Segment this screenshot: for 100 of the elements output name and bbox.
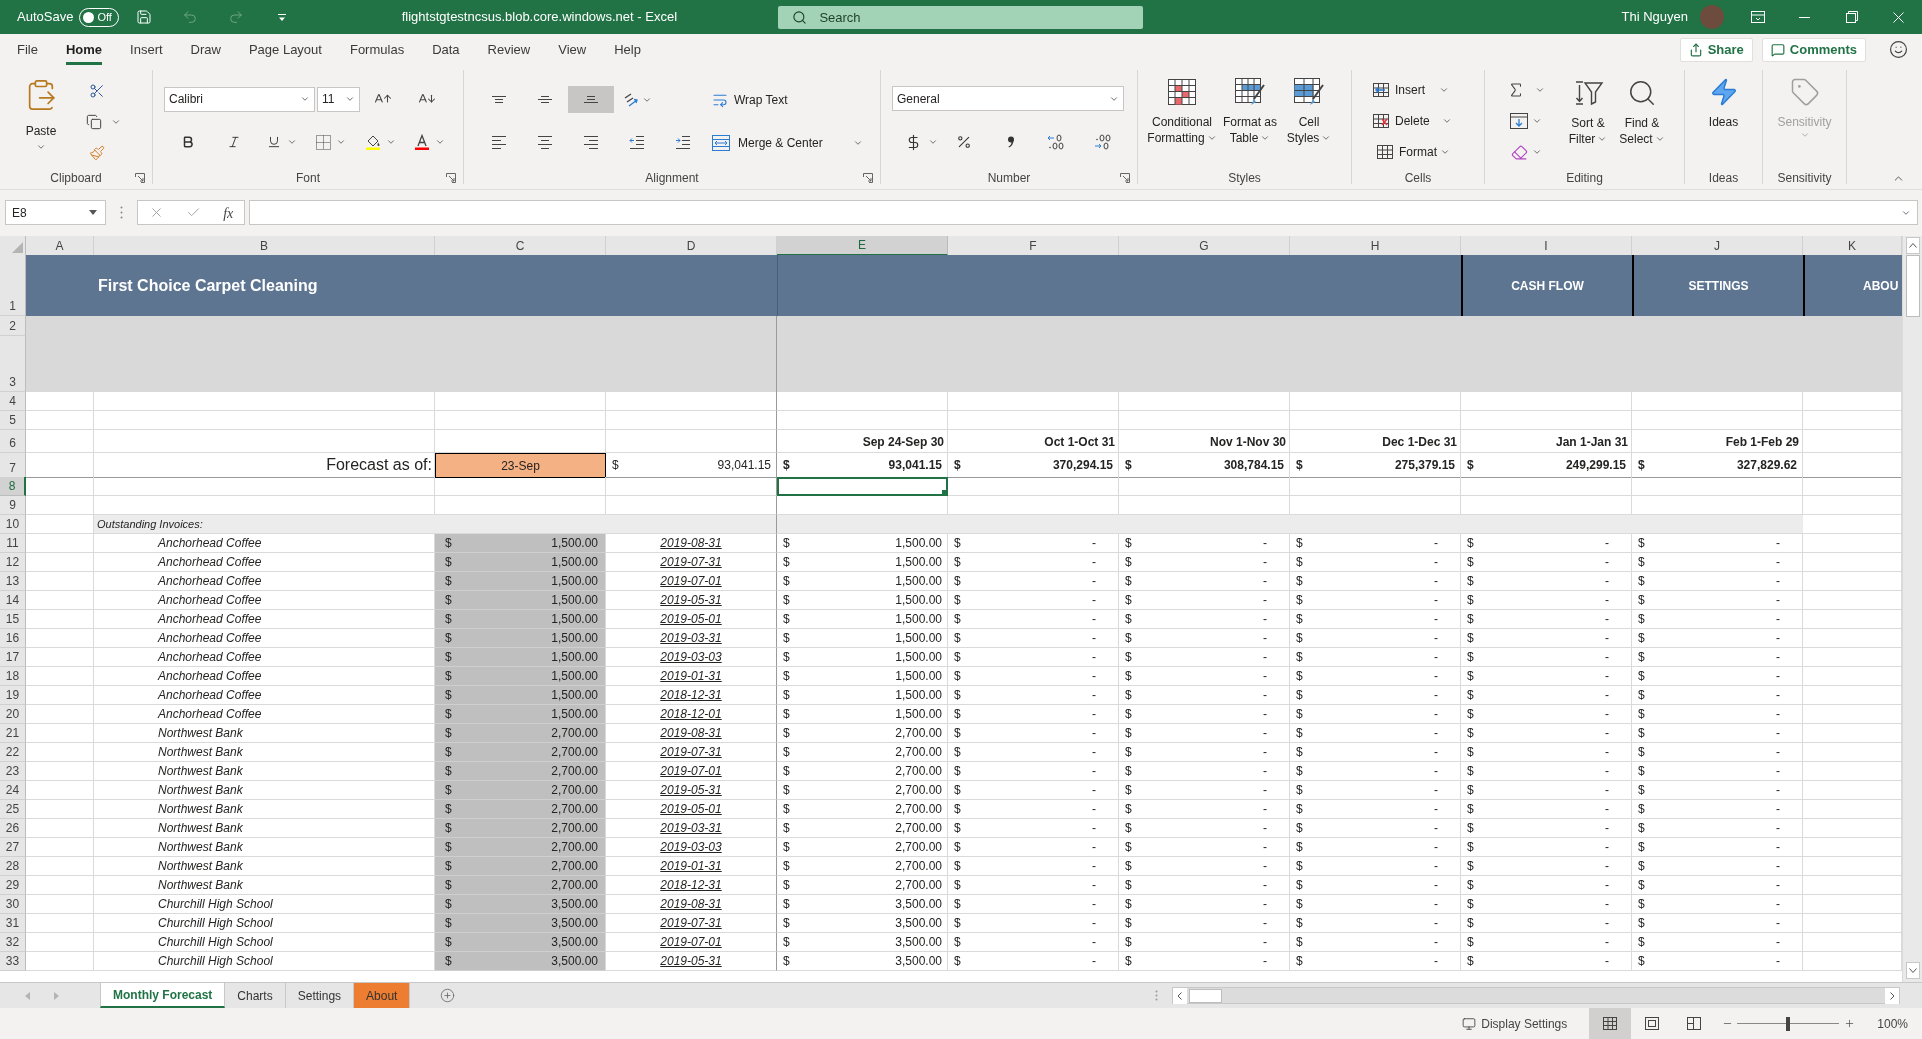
drag-handle-icon[interactable] [120, 206, 123, 219]
row-header[interactable]: 29 [0, 876, 26, 895]
row-header[interactable]: 17 [0, 648, 26, 667]
scroll-up-icon[interactable] [1905, 237, 1920, 254]
row-header[interactable]: 12 [0, 553, 26, 572]
scrollbar-thumb[interactable] [1905, 255, 1920, 317]
row-header[interactable]: 33 [0, 952, 26, 971]
row-header[interactable]: 31 [0, 914, 26, 933]
row-header[interactable]: 13 [0, 572, 26, 591]
row-header[interactable]: 1 [0, 255, 26, 316]
zoom-slider[interactable] [1737, 1016, 1840, 1031]
row-header[interactable]: 23 [0, 762, 26, 781]
paste-button[interactable]: Paste [18, 78, 64, 169]
row-header[interactable]: 22 [0, 743, 26, 762]
number-format-field[interactable]: General [892, 86, 1124, 111]
column-header[interactable]: K [1803, 236, 1902, 256]
active-cell[interactable] [777, 477, 948, 496]
row-header[interactable]: 2 [0, 316, 26, 336]
add-sheet-icon[interactable] [440, 988, 456, 1003]
row-header[interactable]: 20 [0, 705, 26, 724]
insert-cells-button[interactable]: Insert [1373, 78, 1484, 102]
row-header[interactable]: 6 [0, 430, 26, 453]
row-header[interactable]: 9 [0, 496, 26, 515]
row-header[interactable]: 18 [0, 667, 26, 686]
row-header[interactable]: 5 [0, 411, 26, 430]
font-name-field[interactable]: Calibri [164, 86, 315, 112]
column-header[interactable]: C [435, 236, 606, 256]
sort-filter-button[interactable]: Sort & Filter [1561, 78, 1615, 169]
ideas-button[interactable]: Ideas [1708, 77, 1739, 169]
row-header[interactable]: 32 [0, 933, 26, 952]
row-header[interactable]: 21 [0, 724, 26, 743]
wrap-text-button[interactable]: Wrap Text [712, 86, 788, 113]
drag-handle-icon[interactable] [1155, 990, 1158, 1001]
scroll-right-icon[interactable] [1885, 987, 1899, 1004]
format-cells-button[interactable]: Format [1377, 140, 1484, 164]
cell-styles-button[interactable]: Cell Styles [1282, 77, 1336, 146]
search-field[interactable]: Search [778, 5, 1144, 29]
share-button[interactable]: Share [1679, 37, 1753, 62]
format-as-table-button[interactable]: Format as Table [1218, 77, 1282, 146]
font-size-field[interactable]: 11 [317, 86, 360, 112]
scroll-left-icon[interactable] [1173, 987, 1187, 1004]
conditional-formatting-button[interactable]: Conditional Formatting [1146, 77, 1218, 146]
view-button[interactable] [1589, 1008, 1632, 1039]
delete-cells-button[interactable]: Delete [1373, 109, 1484, 133]
scrollbar-thumb[interactable] [1189, 988, 1222, 1003]
ribbon-tab[interactable]: Formulas [335, 34, 419, 65]
column-header[interactable]: B [94, 236, 435, 256]
comments-button[interactable]: Comments [1761, 37, 1866, 62]
column-header[interactable]: H [1290, 236, 1461, 256]
sheet-link[interactable]: CASH FLOW [1461, 255, 1632, 316]
column-header[interactable]: E [777, 236, 948, 256]
column-header[interactable]: F [948, 236, 1119, 256]
dialog-launcher-icon[interactable] [1120, 173, 1130, 183]
row-header[interactable]: 19 [0, 686, 26, 705]
row-header[interactable]: 30 [0, 895, 26, 914]
row-header[interactable]: 28 [0, 857, 26, 876]
horizontal-scrollbar[interactable] [1172, 987, 1900, 1004]
ribbon-tab[interactable]: Page Layout [234, 34, 336, 65]
ribbon-tab[interactable]: Data [418, 34, 474, 65]
column-header[interactable]: D [606, 236, 777, 256]
sheet-tab[interactable]: About [354, 983, 411, 1008]
row-header[interactable]: 10 [0, 515, 26, 534]
sheet-link[interactable]: SETTINGS [1632, 255, 1803, 316]
ribbon-tab[interactable]: Review [473, 34, 545, 65]
row-header[interactable]: 26 [0, 819, 26, 838]
row-header[interactable]: 14 [0, 591, 26, 610]
dialog-launcher-icon[interactable] [863, 173, 873, 183]
column-header[interactable]: G [1119, 236, 1290, 256]
column-header[interactable]: I [1461, 236, 1632, 256]
dialog-launcher-icon[interactable] [446, 173, 456, 183]
row-header[interactable]: 3 [0, 336, 26, 392]
column-header[interactable]: J [1632, 236, 1803, 256]
find-select-button[interactable]: Find & Select [1615, 78, 1669, 169]
sheet-link[interactable]: ABOU [1803, 255, 1902, 316]
sheet-tab[interactable]: Monthly Forecast [100, 983, 226, 1008]
row-header[interactable]: 7 [0, 453, 26, 478]
row-header[interactable]: 27 [0, 838, 26, 857]
name-box[interactable]: E8 [5, 200, 106, 225]
formula-input[interactable] [249, 200, 1918, 225]
row-header[interactable]: 4 [0, 392, 26, 411]
display-settings-button[interactable]: Display Settings [1462, 1008, 1568, 1039]
row-header[interactable]: 11 [0, 534, 26, 553]
row-header[interactable]: 16 [0, 629, 26, 648]
forecast-date-cell[interactable]: 23-Sep [435, 453, 606, 478]
ribbon-tab[interactable]: Help [600, 34, 655, 65]
ribbon-tab[interactable]: Draw [176, 34, 235, 65]
ribbon-tab[interactable]: Insert [116, 34, 177, 65]
row-header[interactable]: 8 [0, 477, 26, 496]
ribbon-tab[interactable]: View [544, 34, 601, 65]
smiley-icon[interactable] [1889, 40, 1908, 59]
vertical-align-button[interactable] [568, 86, 614, 113]
vertical-scrollbar[interactable] [1902, 236, 1922, 982]
fill-handle-icon[interactable] [942, 490, 947, 495]
scroll-down-icon[interactable] [1905, 962, 1920, 979]
row-header[interactable]: 24 [0, 781, 26, 800]
insert-function-button[interactable]: fx [220, 202, 237, 223]
dialog-launcher-icon[interactable] [135, 173, 145, 183]
column-header[interactable]: A [26, 236, 94, 256]
row-header[interactable]: 25 [0, 800, 26, 819]
row-header[interactable]: 15 [0, 610, 26, 629]
